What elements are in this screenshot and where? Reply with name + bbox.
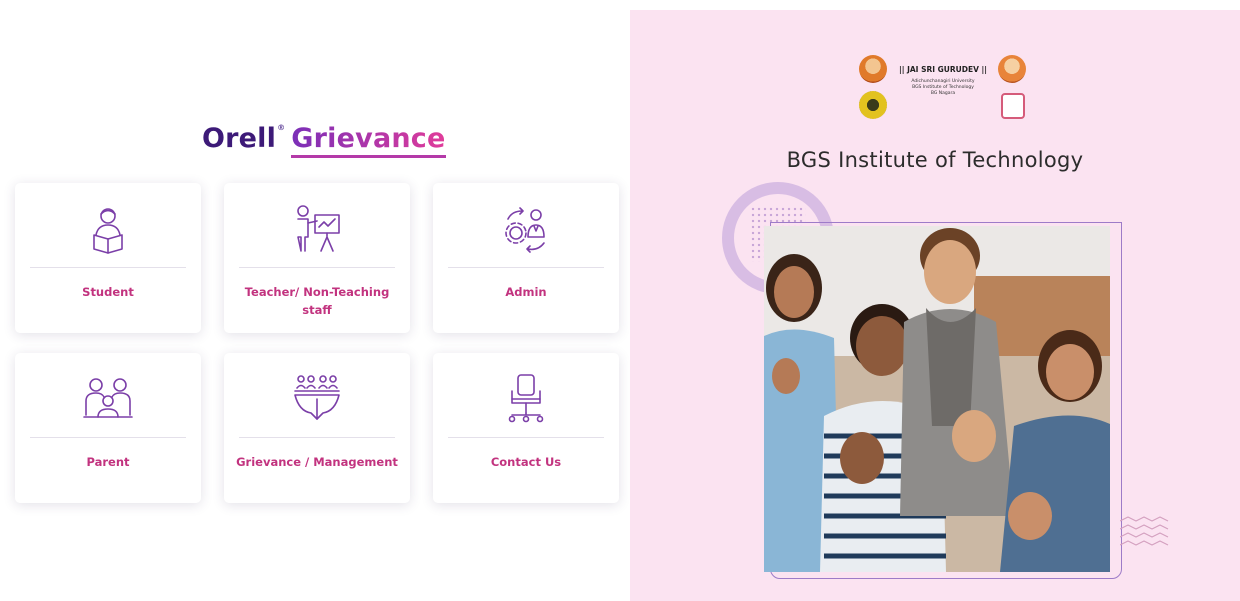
card-divider <box>448 267 604 268</box>
trademark-mark: ® <box>277 123 286 132</box>
management-label: Grievance / Management <box>236 455 398 469</box>
orell-grievance-logo: Orell® Grievance <box>202 123 446 158</box>
student-label: Student <box>82 285 134 299</box>
teacher-card[interactable]: Teacher/ Non-Teaching staff <box>224 183 410 333</box>
brand-name-orell: Orell <box>202 123 277 154</box>
institute-title: BGS Institute of Technology <box>786 148 1084 172</box>
login-options-panel: Orell® Grievance Student Teacher/ Non-Te… <box>0 0 630 601</box>
students-thumbs-up-photo <box>764 226 1110 572</box>
parent-label: Parent <box>86 455 130 469</box>
motto-text: || JAI SRI GURUDEV || <box>898 65 988 74</box>
card-divider <box>239 267 395 268</box>
card-divider <box>448 437 604 438</box>
management-card[interactable]: Grievance / Management <box>224 353 410 503</box>
guru-portrait-right <box>998 55 1026 83</box>
admin-card[interactable]: Admin <box>433 183 619 333</box>
institute-banner: || JAI SRI GURUDEV || Adichunchanagiri U… <box>630 10 1240 601</box>
card-divider <box>239 437 395 438</box>
role-card-grid: Student Teacher/ Non-Teaching staff Admi… <box>15 183 619 503</box>
contact-label: Contact Us <box>490 455 562 469</box>
card-divider <box>30 267 186 268</box>
institute-crest-icon <box>1001 93 1025 119</box>
brand-name-grievance: Grievance <box>291 123 446 158</box>
student-reading-icon <box>80 201 136 257</box>
office-chair-icon <box>498 371 554 427</box>
decorative-zigzag <box>1120 516 1169 546</box>
admin-gear-person-icon <box>498 201 554 257</box>
teacher-board-icon <box>289 201 345 257</box>
contact-card[interactable]: Contact Us <box>433 353 619 503</box>
management-meeting-icon <box>289 371 345 427</box>
university-seal-icon <box>859 91 887 119</box>
guru-portrait-left <box>859 55 887 83</box>
student-card[interactable]: Student <box>15 183 201 333</box>
card-divider <box>30 437 186 438</box>
parent-card[interactable]: Parent <box>15 353 201 503</box>
parent-family-icon <box>80 371 136 427</box>
header-subline: BG Nagara <box>930 91 956 96</box>
institute-header: || JAI SRI GURUDEV || Adichunchanagiri U… <box>855 55 1030 125</box>
teacher-label: Teacher/ Non-Teaching staff <box>244 285 390 317</box>
admin-label: Admin <box>505 285 547 299</box>
